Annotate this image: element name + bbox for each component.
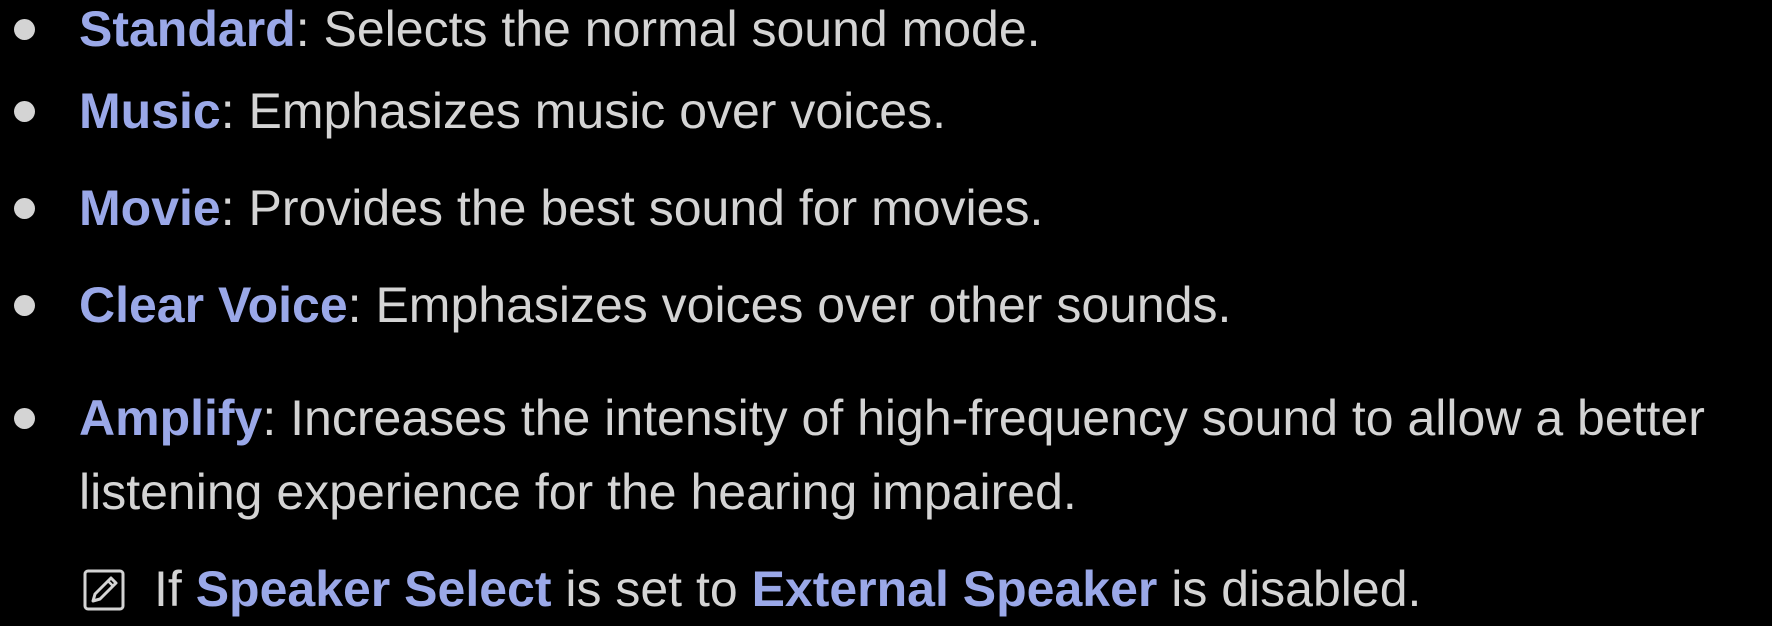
bullet: [14, 19, 35, 40]
term-standard: Standard: [79, 1, 296, 57]
bullet: [14, 295, 35, 316]
description-clear-voice: Emphasizes voices over other sounds.: [375, 277, 1232, 333]
term-clear-voice: Clear Voice: [79, 277, 348, 333]
separator: :: [220, 180, 249, 236]
sound-mode-list: Standard: Selects the normal sound mode.…: [0, 0, 1772, 617]
description-movie: Provides the best sound for movies.: [248, 180, 1044, 236]
term-amplify: Amplify: [79, 390, 263, 446]
term-speaker-select: Speaker Select: [195, 561, 552, 617]
note-icon: [83, 569, 125, 611]
separator: :: [220, 83, 249, 139]
separator: :: [262, 390, 291, 446]
separator: :: [347, 277, 376, 333]
term-external-speaker: External Speaker: [751, 561, 1158, 617]
bullet: [14, 408, 35, 429]
description-standard: Selects the normal sound mode.: [323, 1, 1041, 57]
term-music: Music: [79, 83, 221, 139]
description-amplify-continued: listening experience for the hearing imp…: [79, 464, 1077, 520]
separator: :: [295, 1, 324, 57]
bullet: [14, 198, 35, 219]
term-movie: Movie: [79, 180, 221, 236]
note-text: If Speaker Select is set to External Spe…: [154, 561, 1422, 617]
bullet: [14, 101, 35, 122]
description-amplify: Increases the intensity of high-frequenc…: [290, 390, 1705, 446]
description-music: Emphasizes music over voices.: [248, 83, 946, 139]
